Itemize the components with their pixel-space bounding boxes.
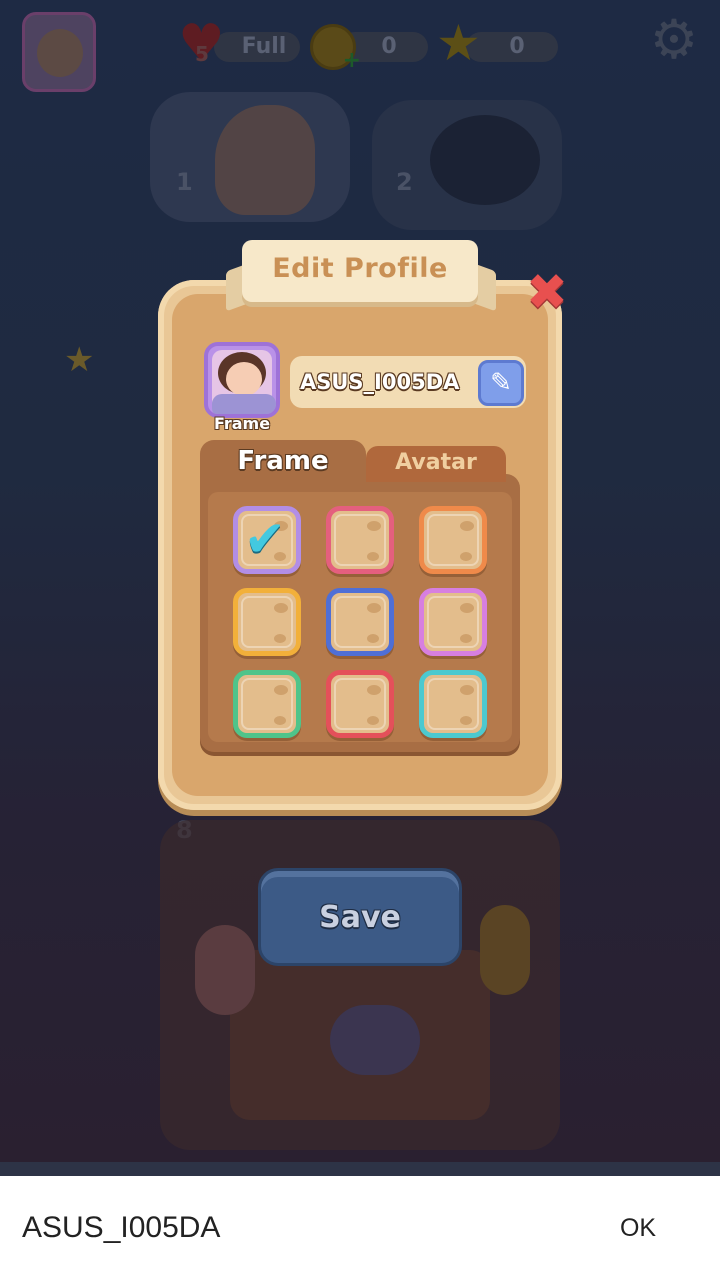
frame-option[interactable]: [233, 588, 301, 656]
profile-avatar-preview[interactable]: [204, 342, 280, 418]
star-icon: ★: [436, 14, 481, 72]
dialog-title: Edit Profile: [272, 253, 448, 284]
bottom-bar: [0, 1162, 720, 1176]
save-button-label: Save: [319, 900, 401, 935]
heart-icon: ♥ 5: [178, 18, 230, 70]
stars-value: 0: [509, 34, 525, 59]
pencil-icon[interactable]: ✎: [478, 360, 524, 406]
toy-duck-icon: [480, 905, 530, 995]
gear-icon[interactable]: ⚙: [648, 12, 700, 68]
level-number-1: 1: [176, 168, 193, 196]
hud-profile-avatar[interactable]: [22, 12, 96, 92]
lives-status-text: Full: [241, 34, 287, 59]
frame-option[interactable]: [326, 670, 394, 738]
teddy-bear-icon: [195, 925, 255, 1015]
locked-duck-icon: [430, 115, 540, 205]
tab-frame-label: Frame: [237, 446, 329, 476]
level-number-2: 2: [396, 168, 413, 196]
dialog-title-ribbon: Edit Profile: [242, 240, 478, 302]
add-coins-icon[interactable]: +: [343, 48, 361, 73]
frame-option[interactable]: [419, 588, 487, 656]
close-icon[interactable]: ✖: [524, 267, 570, 317]
frame-option[interactable]: [326, 588, 394, 656]
avatar-face-icon: [37, 29, 83, 77]
frame-option[interactable]: ✔: [233, 506, 301, 574]
coin-icon[interactable]: +: [310, 24, 361, 73]
avatar-face: [226, 362, 262, 396]
coins-value: 0: [381, 34, 397, 59]
sleeping-girl-icon: [330, 1005, 420, 1075]
save-button[interactable]: Save: [258, 868, 462, 966]
keyboard-input-bar: ASUS_I005DA OK: [0, 1176, 720, 1280]
lives-count: 5: [195, 42, 209, 66]
ime-ok-button[interactable]: OK: [606, 1176, 670, 1280]
tab-avatar[interactable]: Avatar: [366, 446, 506, 482]
username-text: ASUS_I005DA: [300, 370, 460, 394]
ime-input-text[interactable]: ASUS_I005DA: [22, 1176, 220, 1280]
rocking-horse-icon: [215, 105, 315, 215]
star-decoration-icon: ★: [64, 340, 95, 380]
tab-avatar-label: Avatar: [395, 450, 477, 475]
avatar-frame-caption: Frame: [213, 414, 271, 433]
frame-option[interactable]: [233, 670, 301, 738]
frame-option[interactable]: [419, 670, 487, 738]
check-icon: ✔: [244, 510, 286, 568]
frame-option[interactable]: [419, 506, 487, 574]
frame-option[interactable]: [326, 506, 394, 574]
tab-frame[interactable]: Frame: [200, 440, 366, 488]
